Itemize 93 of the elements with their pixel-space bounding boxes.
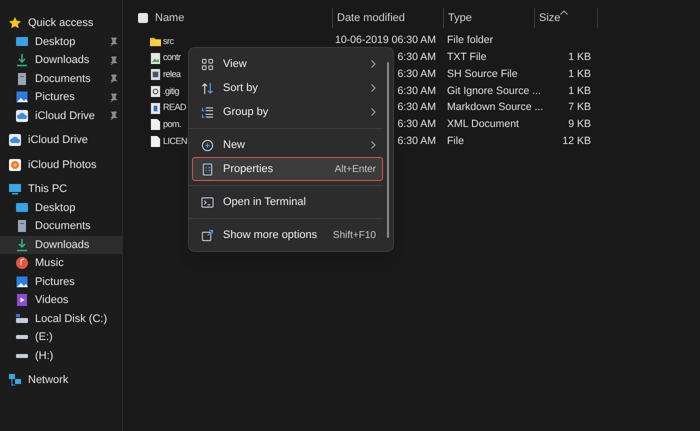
date-modified: 6:30 AM	[397, 134, 436, 149]
menu-item[interactable]: Open in Terminal	[192, 190, 383, 214]
column-header[interactable]: Size	[535, 10, 597, 26]
image-file-icon	[150, 52, 161, 64]
file-type: XML Document	[447, 118, 519, 130]
nav-item[interactable]: (E:)	[0, 328, 122, 346]
photos-icon	[8, 158, 22, 172]
nav-item[interactable]: iCloud Drive	[0, 131, 122, 150]
menu-item[interactable]: Group by	[192, 100, 383, 124]
file-type: File folder	[447, 34, 494, 46]
folder-icon	[150, 36, 161, 47]
file-name[interactable]: LICEN	[163, 134, 188, 148]
script-file-icon	[150, 69, 161, 80]
nav-item[interactable]: Documents	[0, 70, 122, 88]
nav-item[interactable]: This PC	[0, 180, 122, 198]
file-name[interactable]: pom.	[163, 118, 182, 132]
nav-item[interactable]: iCloud Photos	[0, 156, 122, 174]
picture-icon	[15, 90, 29, 104]
date-modified: 6:30 AM	[397, 100, 436, 116]
star-icon	[8, 16, 22, 30]
menu-item[interactable]: Show more options Shift+F10	[192, 223, 383, 247]
column-header[interactable]: Type	[444, 10, 534, 26]
date-modified: 6:30 AM	[397, 66, 436, 82]
terminal-icon	[201, 196, 214, 208]
menu-item[interactable]: Properties Alt+Enter	[192, 157, 383, 181]
date-modified: 6:30 AM	[397, 116, 436, 132]
markdown-file-icon	[150, 102, 161, 114]
nav-item[interactable]: iCloud Drive	[0, 106, 122, 125]
video-icon	[15, 293, 29, 308]
pin-icon	[109, 37, 118, 46]
file-type: File	[447, 134, 464, 147]
nav-item[interactable]: Downloads	[0, 51, 122, 70]
file-name[interactable]: .gitig	[163, 84, 180, 98]
file-size: 7 KB	[568, 100, 591, 116]
file-icon	[150, 136, 161, 147]
select-all-checkbox[interactable]	[138, 13, 148, 23]
date-modified: 6:30 AM	[397, 50, 436, 66]
sort-caret-icon	[560, 10, 568, 14]
document-icon	[15, 72, 29, 86]
nav-item[interactable]: Videos	[0, 291, 122, 310]
cloud-icon	[15, 108, 29, 123]
file-name[interactable]: relea	[163, 68, 181, 82]
nav-item[interactable]: Desktop	[0, 198, 122, 217]
grid-icon	[201, 58, 214, 70]
nav-item[interactable]: Pictures	[0, 272, 122, 291]
file-type: TXT File	[447, 51, 486, 64]
monitor-icon	[15, 200, 29, 215]
file-size: 9 KB	[568, 116, 591, 132]
sort-icon	[201, 82, 214, 94]
cloud-icon	[8, 133, 22, 148]
menu-item[interactable]: Sort by	[192, 76, 383, 100]
date-modified: 6:30 AM	[397, 84, 436, 99]
nav-item[interactable]: Pictures	[0, 88, 122, 106]
file-size: 1 KB	[568, 50, 591, 66]
monitor-icon	[15, 34, 29, 49]
nav-item[interactable]: Network	[0, 371, 122, 390]
nav-item[interactable]: Desktop	[0, 32, 122, 51]
file-name[interactable]: contr	[163, 51, 181, 65]
nav-item[interactable]: Documents	[0, 217, 122, 236]
column-header[interactable]: Date modified	[333, 10, 443, 26]
download-icon	[15, 53, 29, 68]
nav-item[interactable]: Local Disk (C:)	[0, 310, 122, 328]
file-size: 1 KB	[568, 84, 591, 99]
plus-icon	[201, 138, 214, 152]
list-icon	[201, 106, 214, 118]
file-size: 1 KB	[568, 66, 591, 82]
nav-item[interactable]: (H:)	[0, 346, 122, 365]
pin-icon	[109, 74, 118, 84]
nav-item[interactable]: Music	[0, 254, 122, 272]
menu-item[interactable]: New	[192, 133, 383, 157]
document-icon	[15, 219, 29, 234]
date-modified: 10-06-2019 06:30 AM	[335, 33, 436, 48]
external-link-icon	[201, 228, 214, 242]
file-type: Markdown Source ...	[447, 101, 544, 114]
menu-item[interactable]: View	[192, 52, 383, 76]
column-header[interactable]: Name	[155, 10, 332, 26]
file-name[interactable]: src	[163, 34, 174, 48]
nav-item[interactable]: Downloads	[0, 236, 122, 254]
file-type: Git Ignore Source ...	[447, 84, 541, 97]
pin-icon	[109, 111, 118, 120]
file-type: SH Source File	[447, 68, 518, 80]
properties-icon	[201, 162, 214, 176]
file-icon	[150, 119, 161, 130]
pin-icon	[109, 92, 118, 102]
download-icon	[15, 238, 29, 252]
file-size: 12 KB	[562, 134, 591, 149]
disk-icon	[15, 312, 29, 326]
pin-icon	[109, 56, 118, 65]
settings-file-icon	[150, 86, 161, 97]
monitor-icon	[8, 182, 22, 196]
picture-icon	[15, 274, 29, 289]
file-name[interactable]: READ	[163, 101, 186, 115]
nav-item[interactable]: Quick access	[0, 14, 122, 32]
